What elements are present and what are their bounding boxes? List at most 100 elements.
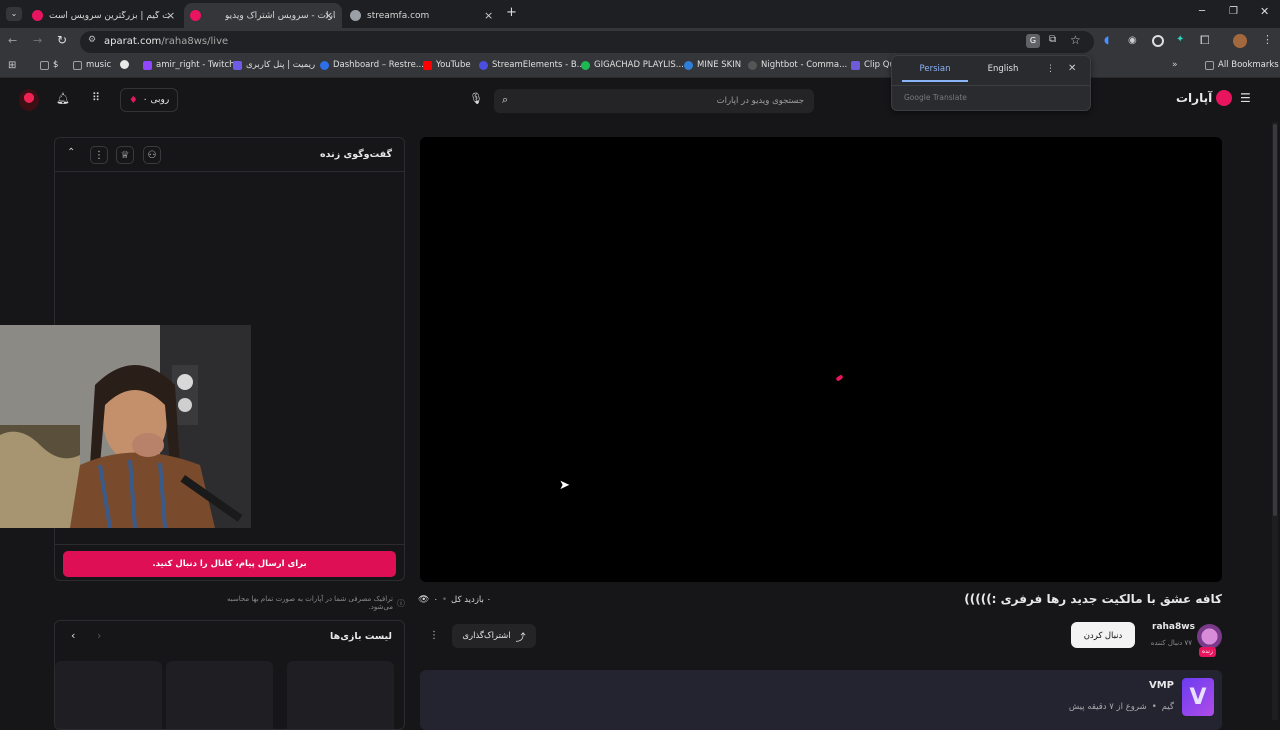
translate-tab-english[interactable]: English — [970, 64, 1036, 82]
extension-icon-2[interactable]: ◉ — [1128, 35, 1140, 47]
user-avatar[interactable] — [19, 89, 39, 111]
bookmark-item[interactable]: GIGACHAD PLAYLIS... — [581, 60, 684, 70]
close-icon[interactable]: ✕ — [1068, 63, 1076, 74]
search-icon[interactable]: ⌕ — [502, 93, 508, 107]
bookmark-item[interactable]: MINE SKIN — [684, 60, 741, 70]
bookmark-item[interactable]: amir_right - Twitch — [143, 60, 235, 70]
collapse-chevron-icon[interactable]: ⌃ — [67, 147, 75, 158]
bookmark-label: ریمیت | پنل کاربری — [246, 60, 316, 70]
browser-toolbar: ← → ↻ ⚙ aparat.com/raha8ws/live G ⧉ ☆ ◖ … — [0, 28, 1280, 56]
channel-name[interactable]: raha8ws — [1152, 622, 1195, 632]
close-tab-icon[interactable]: × — [324, 9, 333, 22]
webcam-image — [0, 325, 251, 528]
search-box: ⌕ — [494, 89, 814, 113]
close-tab-icon[interactable]: × — [484, 9, 493, 22]
close-window-icon[interactable]: ✕ — [1260, 5, 1269, 18]
bookmark-item[interactable]: Dashboard – Restre... — [320, 60, 424, 70]
extension-icon-3[interactable] — [1152, 35, 1164, 47]
bookmark-item[interactable]: $ — [40, 60, 58, 70]
reload-icon[interactable]: ↻ — [57, 33, 67, 47]
nightbot-icon — [748, 60, 757, 70]
follower-count: ۷۷ دنبال کننده — [1150, 639, 1192, 647]
profile-avatar[interactable] — [1233, 34, 1247, 48]
share-button[interactable]: ⤴ اشتراک‌گذاری — [452, 624, 536, 648]
scroll-left-icon[interactable]: ‹ — [71, 629, 75, 642]
bookmark-item[interactable]: StreamElements - B... — [479, 60, 585, 70]
aparat-logo[interactable]: آپارات — [1176, 90, 1233, 106]
globe-favicon-icon — [350, 10, 361, 21]
back-icon[interactable]: ← — [8, 34, 17, 47]
follow-to-chat-button[interactable]: برای ارسال پیام، کانال را دنبال کنید. — [63, 551, 396, 577]
ruby-icon: ♦ — [128, 94, 138, 106]
forward-icon[interactable]: → — [33, 34, 42, 47]
browser-tab-2[interactable]: آپارات - سرویس اشتراک ویدیو × — [184, 3, 342, 28]
bookmark-item[interactable]: YouTube — [423, 60, 471, 70]
bookmark-item[interactable]: ریمیت | پنل کاربری — [233, 60, 315, 70]
game-meta: گیم • شروع از ۷ دقیقه پیش — [1000, 702, 1174, 712]
extensions-puzzle-icon[interactable]: ⧠ — [1200, 33, 1210, 48]
follow-channel-button[interactable]: دنبال کردن — [1071, 622, 1135, 648]
hamburger-menu-icon[interactable]: ☰ — [1240, 91, 1251, 105]
tab-list-menu-icon[interactable]: ⌄ — [6, 7, 22, 21]
aparat-logo-text: آپارات — [1176, 91, 1213, 105]
games-list-panel: لیست بازی‌ها › ‹ — [54, 620, 405, 730]
browser-tab-3[interactable]: streamfa.com × — [344, 3, 499, 28]
all-bookmarks[interactable]: All Bookmarks — [1205, 60, 1279, 70]
address-bar[interactable]: ⚙ aparat.com/raha8ws/live G ⧉ ☆ — [80, 31, 1094, 53]
bookmark-star-icon[interactable]: ☆ — [1070, 33, 1081, 47]
traffic-note-text: ترافیک مصرفی شما در آپارات به صورت تمام … — [227, 595, 393, 611]
scroll-right-icon[interactable]: › — [97, 629, 101, 642]
browser-menu-icon[interactable]: ⋮ — [1262, 33, 1273, 46]
more-bookmarks-icon[interactable]: » — [1172, 60, 1178, 70]
game-info-card[interactable]: V VMP گیم • شروع از ۷ دقیقه پیش — [420, 670, 1222, 730]
tab-title: آپارات - سرویس اشتراک ویدیو — [225, 10, 335, 21]
video-title: کافه عشق با مالکیت جدید رها فرفری :))))) — [964, 592, 1222, 606]
all-bookmarks-label: All Bookmarks — [1218, 60, 1279, 70]
twitch-icon — [143, 60, 152, 70]
browser-tab-1[interactable]: آپارات گیم | بزرگترین سرویس است × — [26, 3, 181, 28]
channel-avatar[interactable] — [1197, 624, 1222, 649]
site-info-icon[interactable]: ⚙ — [88, 35, 96, 45]
page-scrollbar[interactable] — [1272, 122, 1278, 720]
translate-tab-persian[interactable]: Persian — [902, 64, 968, 82]
notification-bell-icon[interactable]: 🔔︎ — [56, 92, 70, 105]
chat-more-icon[interactable]: ⋮ — [90, 146, 108, 164]
voice-search-icon[interactable]: 🎙︎ — [469, 92, 483, 105]
folder-icon — [73, 60, 82, 70]
extension-icon-4[interactable]: ✦ — [1176, 34, 1184, 45]
apps-grid-icon[interactable]: ⊞ — [8, 60, 16, 71]
ruby-balance[interactable]: ♦ ۰ روبی — [120, 88, 178, 112]
tab-label: English — [987, 64, 1019, 74]
game-logo-icon: V — [1182, 678, 1214, 716]
youtube-icon — [423, 60, 432, 70]
separator-dot: • — [442, 595, 448, 605]
apps-grid-icon[interactable]: ⠿ — [92, 91, 100, 104]
mouse-cursor-icon: ➤ — [559, 478, 570, 493]
chat-users-icon[interactable]: ⚇ — [143, 146, 161, 164]
close-tab-icon[interactable]: × — [166, 9, 175, 22]
site-icon — [684, 60, 693, 70]
install-app-icon[interactable]: ⧉ — [1049, 34, 1056, 45]
restore-window-icon[interactable]: ❐ — [1229, 6, 1238, 17]
bookmark-label: StreamElements - B... — [492, 60, 585, 70]
aparat-logo-icon — [1216, 90, 1233, 106]
chat-title: گفت‌وگوی زنده — [320, 149, 392, 160]
divider — [55, 544, 404, 545]
bookmark-item[interactable]: Nightbot - Comma... — [748, 60, 847, 70]
site-icon — [851, 60, 860, 70]
traffic-note: ⓘ ترافیک مصرفی شما در آپارات به صورت تما… — [203, 595, 405, 611]
bookmark-item[interactable]: music — [73, 60, 111, 70]
bookmark-item[interactable] — [120, 60, 133, 69]
translate-options-icon[interactable]: ⋮ — [1046, 64, 1055, 74]
info-icon: ⓘ — [397, 598, 405, 608]
more-options-icon[interactable]: ⋮ — [423, 624, 445, 648]
translate-icon[interactable]: G — [1026, 34, 1040, 48]
scrollbar-thumb[interactable] — [1273, 124, 1277, 516]
trophy-icon[interactable]: ♕ — [116, 146, 134, 164]
minimize-window-icon[interactable]: ─ — [1199, 6, 1205, 17]
new-tab-button[interactable]: + — [506, 5, 517, 20]
search-input[interactable] — [524, 93, 804, 109]
extension-icon-1[interactable]: ◖ — [1104, 35, 1116, 47]
bookmark-item[interactable]: Clip Qu — [851, 60, 895, 70]
video-player[interactable] — [420, 137, 1222, 582]
